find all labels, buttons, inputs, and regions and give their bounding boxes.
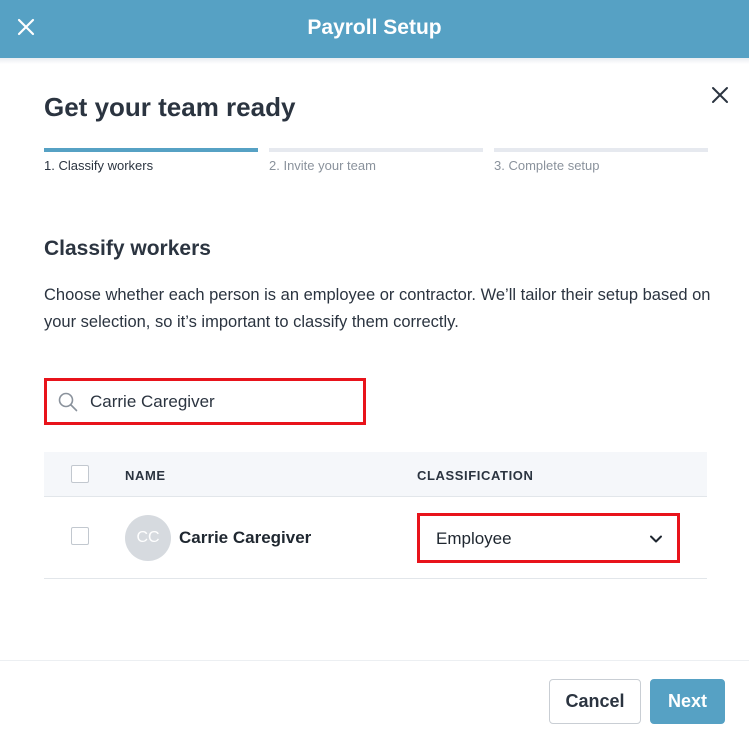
chevron-down-icon bbox=[650, 535, 662, 543]
classification-select[interactable]: Employee bbox=[417, 513, 680, 563]
step-label: 2. Invite your team bbox=[269, 158, 376, 173]
top-bar-shadow bbox=[0, 58, 749, 64]
step-progress-bar bbox=[44, 148, 258, 152]
footer: Cancel Next bbox=[0, 660, 749, 754]
row-checkbox[interactable] bbox=[71, 527, 89, 545]
select-all-checkbox[interactable] bbox=[71, 465, 89, 483]
progress-steps: 1. Classify workers 2. Invite your team … bbox=[44, 148, 708, 178]
worker-name: Carrie Caregiver bbox=[179, 528, 312, 547]
top-bar: Payroll Setup bbox=[0, 0, 749, 58]
column-header-classification: CLASSIFICATION bbox=[417, 468, 534, 483]
classification-value: Employee bbox=[436, 529, 512, 548]
section-description: Choose whether each person is an employe… bbox=[44, 286, 711, 331]
step-label: 1. Classify workers bbox=[44, 158, 154, 173]
step-progress-bar bbox=[269, 148, 483, 152]
next-button[interactable]: Next bbox=[650, 679, 725, 724]
close-icon[interactable] bbox=[709, 84, 731, 106]
avatar: CC bbox=[125, 515, 171, 561]
section-title: Classify workers bbox=[44, 237, 211, 260]
step-label: 3. Complete setup bbox=[494, 158, 600, 173]
table-header: NAME CLASSIFICATION bbox=[44, 452, 707, 497]
page-title: Payroll Setup bbox=[307, 16, 442, 39]
step-invite-team: 2. Invite your team bbox=[269, 148, 483, 173]
step-classify-workers: 1. Classify workers bbox=[44, 148, 258, 173]
search-input[interactable] bbox=[90, 390, 350, 414]
step-complete-setup: 3. Complete setup bbox=[494, 148, 708, 173]
column-header-name: NAME bbox=[125, 468, 166, 483]
search-box[interactable] bbox=[44, 378, 366, 425]
panel-heading: Get your team ready bbox=[44, 92, 296, 122]
search-icon bbox=[58, 392, 78, 412]
step-progress-bar bbox=[494, 148, 708, 152]
table-row: CC Carrie Caregiver Employee bbox=[44, 497, 707, 579]
cancel-button[interactable]: Cancel bbox=[549, 679, 641, 724]
